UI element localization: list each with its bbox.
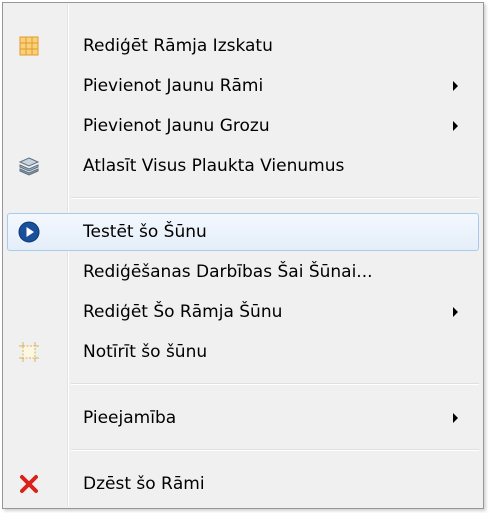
submenu-arrow-icon — [453, 121, 458, 131]
menu-item-select-all-shelf-items[interactable]: Atlasīt Visus Plaukta Vienumus — [7, 147, 479, 185]
menu-separator — [71, 197, 479, 199]
menu-item-test-cell[interactable]: Testēt šo Šūnu — [7, 213, 479, 251]
menu-item-label: Pieejamība — [83, 408, 177, 428]
menu-item-label: Atlasīt Visus Plaukta Vienumus — [83, 156, 345, 176]
play-icon — [18, 221, 40, 243]
stack-icon — [18, 157, 40, 176]
menu-item-delete-frame[interactable]: Dzēst šo Rāmi — [7, 465, 479, 503]
menu-item-label: Notīrīt šo šūnu — [83, 342, 208, 362]
context-menu: Rediģēt Rāmja Izskatu Pievienot Jaunu Rā… — [2, 2, 484, 509]
menu-item-clear-cell[interactable]: Notīrīt šo šūnu — [7, 333, 479, 371]
menu-item-edit-cell-actions[interactable]: Rediģēšanas Darbības Šai Šūnai... — [7, 253, 479, 291]
menu-item-label: Dzēst šo Rāmi — [83, 474, 205, 494]
menu-separator — [71, 383, 479, 385]
menu-item-edit-frame-cell[interactable]: Rediģēt Šo Rāmja Šūnu — [7, 293, 479, 331]
delete-x-icon — [20, 475, 38, 493]
menu-item-edit-frame-appearance[interactable]: Rediģēt Rāmja Izskatu — [7, 27, 479, 65]
submenu-arrow-icon — [453, 307, 458, 317]
menu-item-label: Rediģēt Šo Rāmja Šūnu — [83, 302, 283, 322]
menu-item-label: Rediģēšanas Darbības Šai Šūnai... — [83, 262, 373, 282]
submenu-arrow-icon — [453, 413, 458, 423]
menu-item-label: Pievienot Jaunu Rāmi — [83, 76, 264, 96]
menu-item-add-new-basket[interactable]: Pievienot Jaunu Grozu — [7, 107, 479, 145]
menu-item-label: Testēt šo Šūnu — [83, 222, 207, 242]
menu-separator — [71, 449, 479, 451]
menu-item-accessibility[interactable]: Pieejamība — [7, 399, 479, 437]
menu-item-label: Pievienot Jaunu Grozu — [83, 116, 270, 136]
submenu-arrow-icon — [453, 81, 458, 91]
clear-cell-icon — [19, 342, 39, 362]
menu-item-label: Rediģēt Rāmja Izskatu — [83, 36, 273, 56]
grid-icon — [19, 36, 39, 56]
menu-item-add-new-frame[interactable]: Pievienot Jaunu Rāmi — [7, 67, 479, 105]
